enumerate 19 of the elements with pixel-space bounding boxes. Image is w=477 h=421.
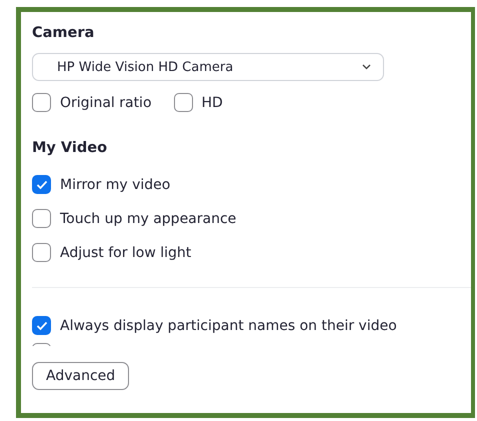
checkbox-option[interactable]: Always display participant names on their video [32, 316, 471, 335]
checkbox[interactable] [32, 175, 51, 194]
checkbox[interactable] [174, 93, 193, 112]
section-heading: Camera [32, 25, 96, 43]
checkbox-option[interactable]: Mirror my video [32, 175, 471, 194]
advanced-button[interactable]: Advanced [32, 362, 130, 390]
camera-dropdown[interactable]: HP Wide Vision HD Camera [32, 53, 384, 81]
checkbox-option[interactable]: Adjust for low light [32, 243, 471, 262]
checkmark-icon [36, 320, 48, 330]
checkbox-option[interactable]: Touch up my appearance [32, 209, 471, 228]
checkbox[interactable] [32, 243, 51, 262]
caret-icon [362, 64, 371, 70]
checkbox[interactable] [32, 93, 51, 112]
checkbox[interactable] [32, 209, 51, 228]
section-heading: My Video [32, 140, 108, 158]
checkbox-option[interactable]: Original ratio [32, 93, 152, 112]
checkbox-option[interactable]: HD [174, 93, 223, 112]
checkbox[interactable] [32, 316, 51, 335]
checkmark-icon [36, 180, 48, 190]
